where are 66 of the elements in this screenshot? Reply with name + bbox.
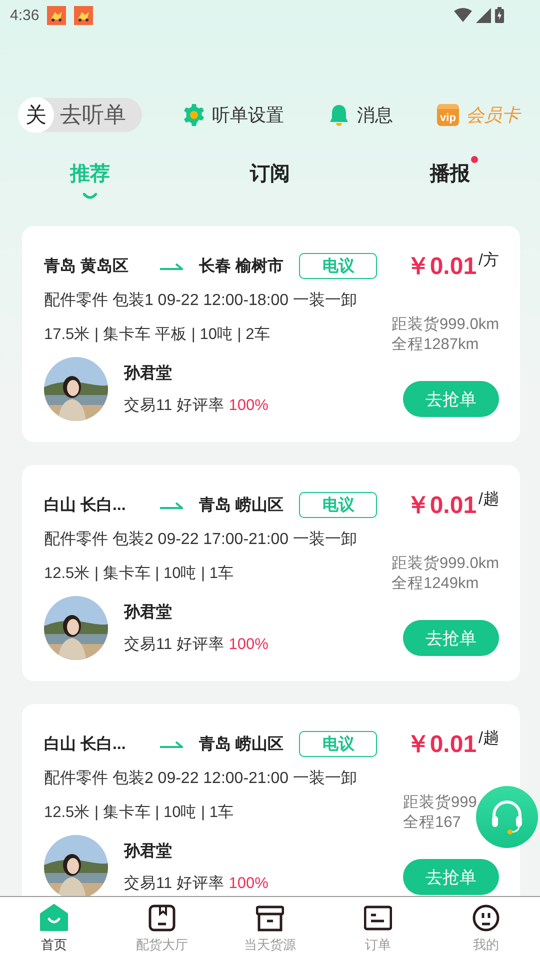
- membership-button[interactable]: vip 会员卡: [437, 103, 520, 127]
- total-distance: 全程1287km: [392, 335, 479, 355]
- cargo-details: 配件零件 包装2 09-22 12:00-21:00 一装一卸: [44, 768, 358, 789]
- bell-icon: [328, 104, 350, 126]
- shipper-stats: 交易11 好评率 100%: [124, 634, 268, 654]
- headset-icon: [489, 799, 525, 835]
- vehicle-details: 17.5米 | 集卡车 平板 | 10吨 | 2车: [44, 325, 272, 345]
- listen-toggle[interactable]: 关 去听单: [18, 98, 142, 132]
- notification-icon: [47, 6, 66, 24]
- pickup-distance: 距装货999.0km: [392, 315, 499, 335]
- price: ￥0.01: [406, 491, 477, 521]
- nav-item[interactable]: 配货大厅: [108, 897, 216, 960]
- shipper-stats: 交易11 好评率 100%: [124, 396, 268, 416]
- shipper-stats: 交易11 好评率 100%: [124, 874, 268, 894]
- toggle-label: 去听单: [60, 101, 126, 129]
- vehicle-details: 12.5米 | 集卡车 | 10吨 | 1车: [44, 803, 235, 823]
- messages-button[interactable]: 消息: [328, 103, 393, 127]
- shipper-name: 孙君堂: [124, 602, 173, 622]
- pickup-distance: 距装货999.0km: [392, 554, 499, 574]
- origin-city: 青岛 黄岛区: [44, 256, 130, 276]
- battery-icon: [495, 7, 504, 23]
- price-tag: 电议: [299, 253, 378, 279]
- grab-order-button[interactable]: 去抢单: [403, 381, 499, 417]
- grab-order-button[interactable]: 去抢单: [403, 620, 499, 656]
- total-distance: 全程167: [403, 813, 461, 833]
- tab[interactable]: 推荐: [70, 160, 110, 187]
- grab-order-button[interactable]: 去抢单: [403, 859, 499, 895]
- price-unit: /方: [478, 250, 499, 271]
- price: ￥0.01: [406, 252, 477, 282]
- face-icon: [472, 904, 500, 932]
- home-icon: [40, 904, 68, 932]
- archive-box-icon: [256, 904, 284, 932]
- settings-icon: [183, 104, 205, 126]
- nav-item[interactable]: 我的: [432, 897, 540, 960]
- clock: 4:36: [10, 6, 40, 24]
- destination-city: 长春 榆树市: [199, 256, 284, 276]
- vehicle-details: 12.5米 | 集卡车 | 10吨 | 1车: [44, 564, 235, 584]
- tab[interactable]: 订阅: [250, 160, 290, 187]
- notification-icon: [74, 6, 94, 24]
- wifi-icon: [454, 8, 472, 22]
- shipper-name: 孙君堂: [124, 364, 173, 384]
- total-distance: 全程1249km: [392, 574, 479, 594]
- cargo-details: 配件零件 包装2 09-22 17:00-21:00 一装一卸: [44, 530, 358, 550]
- book-icon: [148, 904, 176, 932]
- price-unit: /趟: [478, 490, 499, 510]
- shipper-name: 孙君堂: [124, 842, 173, 862]
- origin-city: 白山 长白...: [44, 734, 127, 754]
- list-icon: [364, 904, 392, 932]
- vip-icon: vip: [437, 104, 459, 126]
- price-tag: 电议: [299, 731, 378, 757]
- price-tag: 电议: [299, 492, 378, 518]
- tab[interactable]: 播报: [430, 160, 470, 187]
- nav-item[interactable]: 订单: [324, 897, 432, 960]
- destination-city: 青岛 崂山区: [199, 734, 284, 754]
- tab-indicator: [83, 193, 97, 199]
- nav-item[interactable]: 当天货源: [216, 897, 324, 960]
- nav-item[interactable]: 首页: [0, 897, 108, 960]
- toggle-knob: 关: [18, 97, 54, 133]
- pickup-distance: 距装货999: [403, 793, 477, 813]
- price: ￥0.01: [406, 730, 477, 760]
- settings-button[interactable]: 听单设置: [183, 103, 284, 127]
- origin-city: 白山 长白...: [44, 496, 127, 516]
- signal-icon: [476, 8, 491, 22]
- cargo-details: 配件零件 包装1 09-22 12:00-18:00 一装一卸: [44, 290, 358, 311]
- destination-city: 青岛 崂山区: [199, 496, 284, 516]
- price-unit: /趟: [478, 728, 499, 749]
